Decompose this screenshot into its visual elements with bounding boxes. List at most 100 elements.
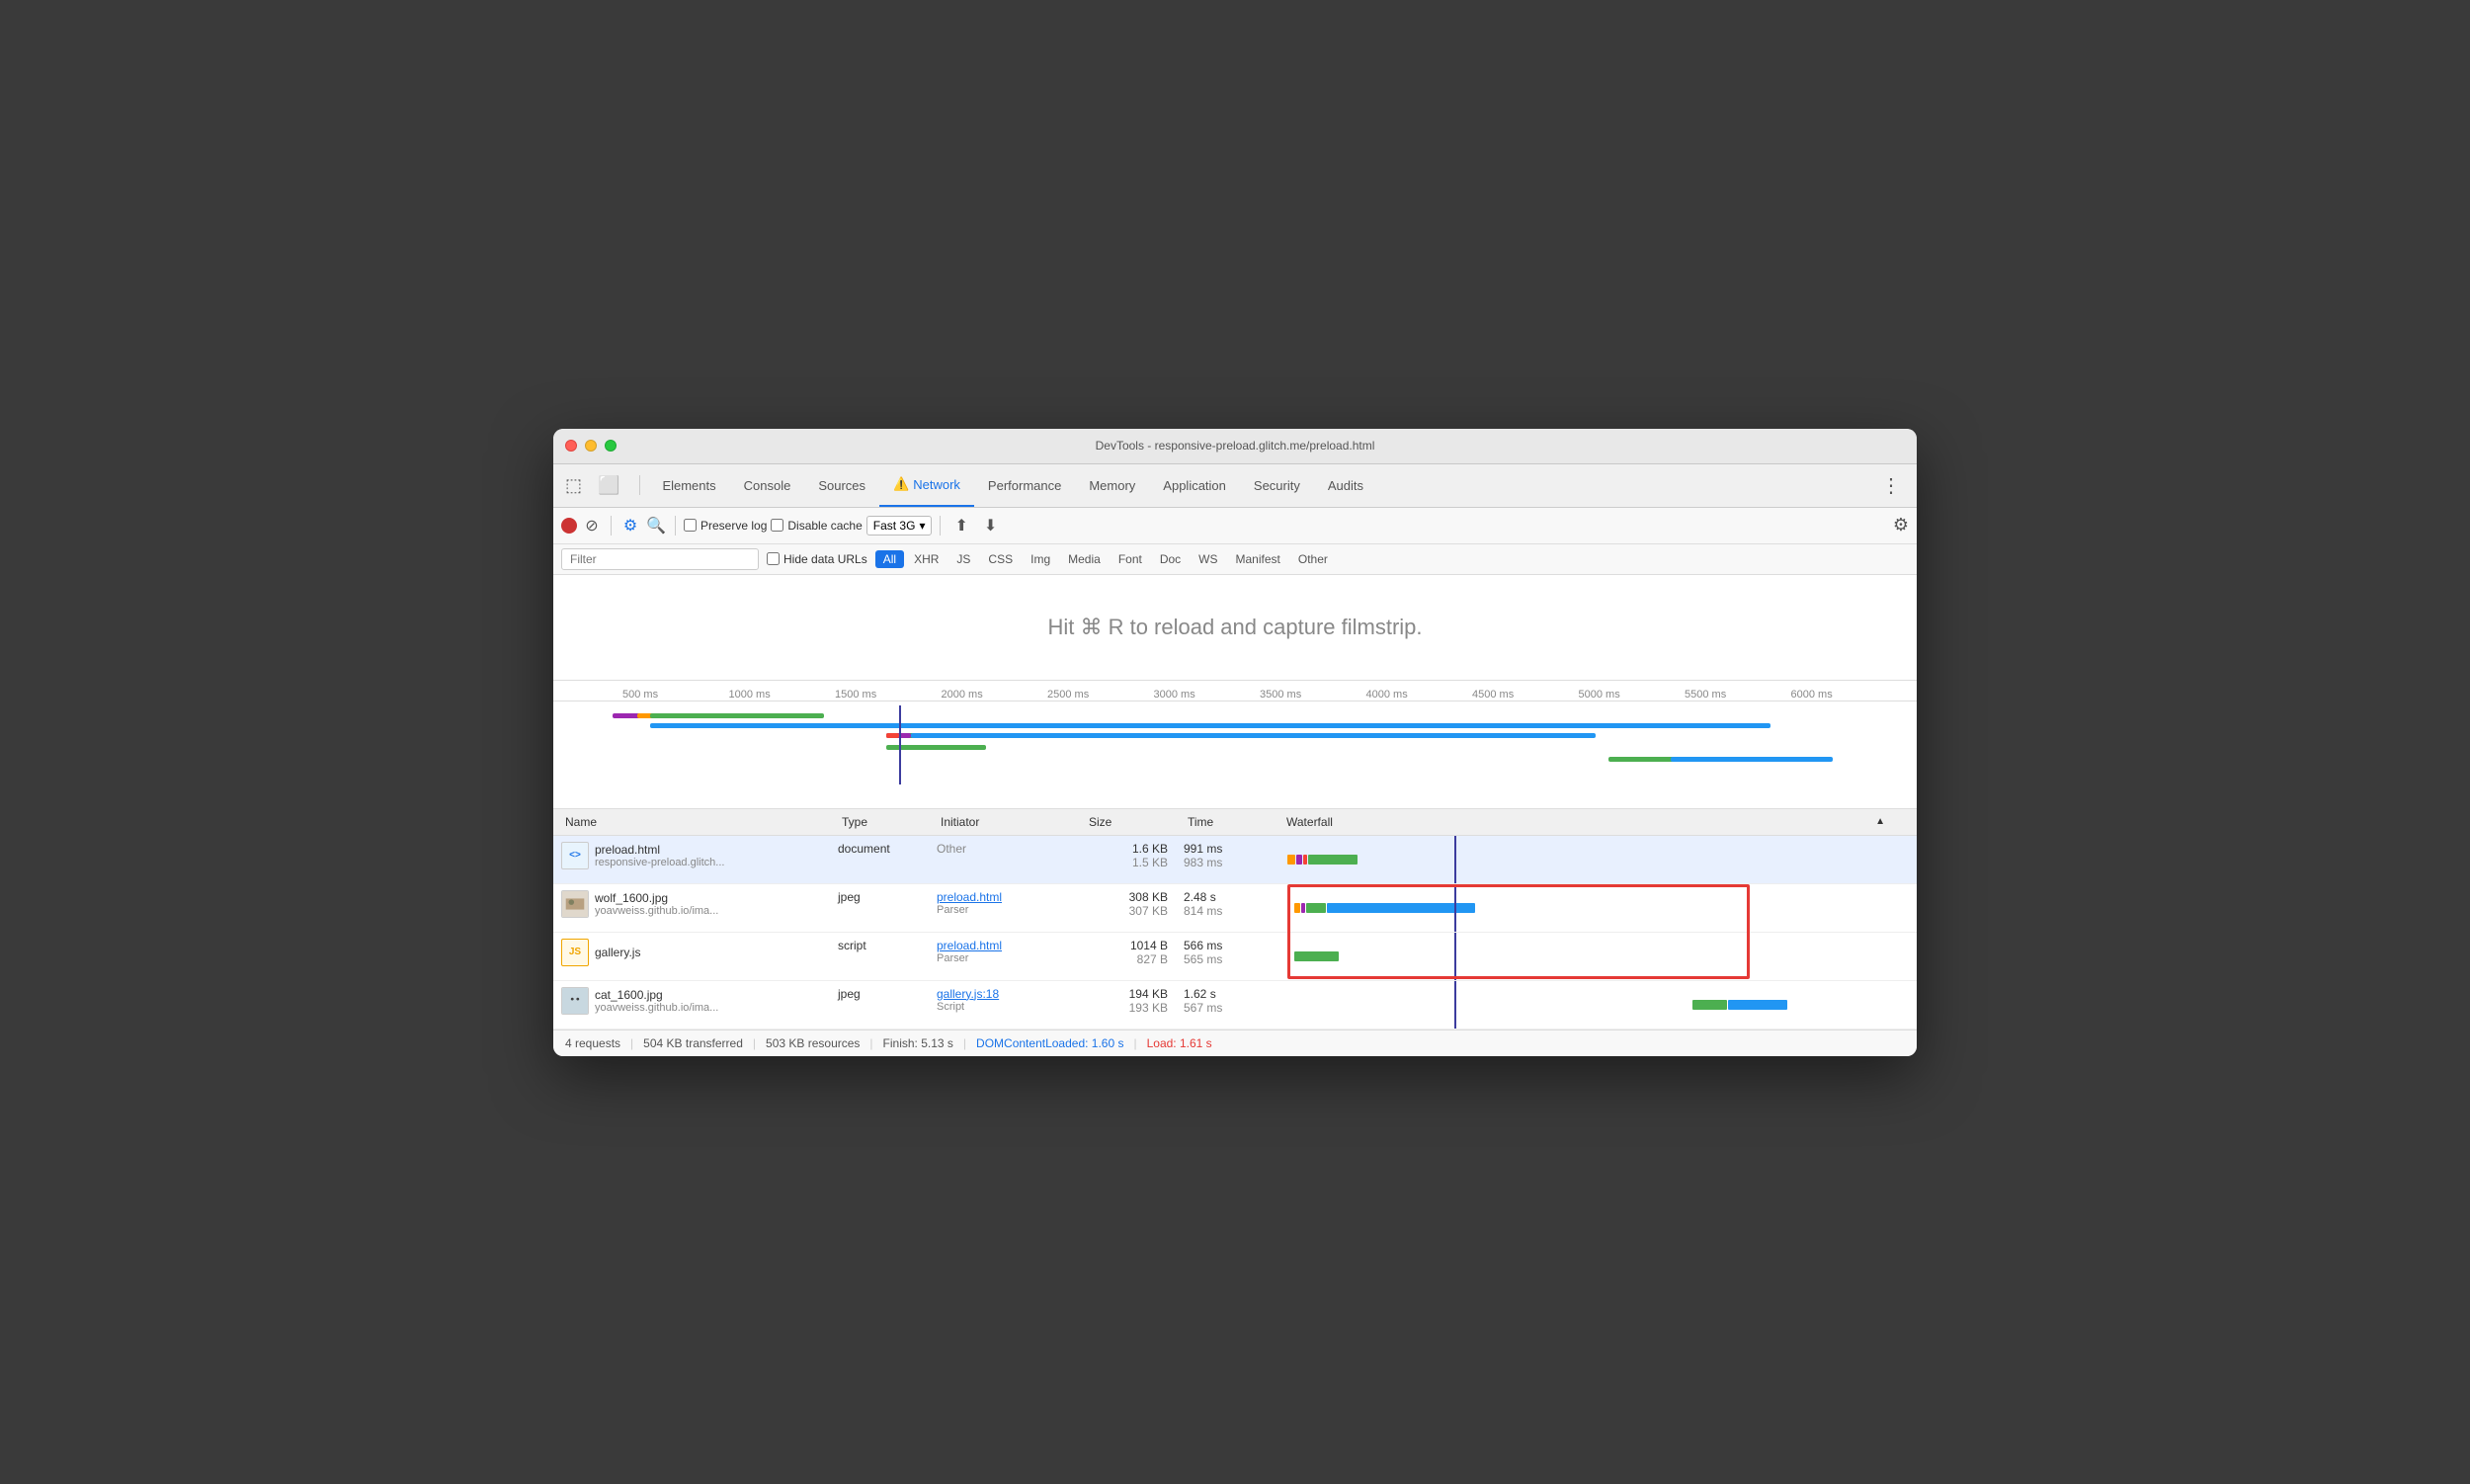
waterfall-vline-1 [1454, 836, 1456, 883]
filter-type-other[interactable]: Other [1290, 550, 1336, 568]
status-sep-2: | [753, 1036, 756, 1050]
filter-type-img[interactable]: Img [1023, 550, 1058, 568]
search-icon[interactable]: 🔍 [645, 515, 667, 536]
cell-type: script [830, 933, 929, 980]
requests-count: 4 requests [565, 1036, 620, 1050]
waterfall-vline-3 [1454, 933, 1456, 980]
initiator-sub: Parser [937, 904, 1069, 916]
name-details: wolf_1600.jpg yoavweiss.github.io/ima... [595, 891, 718, 917]
ruler-tick-10: 5000 ms [1579, 689, 1686, 701]
file-url: yoavweiss.github.io/ima... [595, 905, 718, 917]
filter-type-css[interactable]: CSS [980, 550, 1021, 568]
file-icon-html: <> [561, 842, 589, 869]
initiator-sub: Script [937, 1001, 1069, 1013]
cell-waterfall [1275, 884, 1917, 932]
tab-application[interactable]: Application [1149, 463, 1240, 507]
name-details: gallery.js [595, 946, 640, 959]
timeline-bar-green1 [650, 713, 824, 718]
tab-memory[interactable]: Memory [1075, 463, 1149, 507]
status-sep-1: | [630, 1036, 633, 1050]
upload-icon[interactable]: ⬆ [948, 514, 973, 537]
filter-type-font[interactable]: Font [1111, 550, 1150, 568]
name-details: preload.html responsive-preload.glitch..… [595, 843, 724, 868]
toolbar-separator-3 [940, 516, 941, 536]
load-time: Load: 1.61 s [1147, 1036, 1212, 1050]
close-button[interactable] [565, 440, 577, 452]
cell-name: <> preload.html responsive-preload.glitc… [553, 836, 830, 883]
preserve-log-checkbox-label[interactable]: Preserve log [684, 519, 767, 533]
hide-data-urls-label[interactable]: Hide data URLs [767, 552, 867, 566]
maximize-button[interactable] [605, 440, 617, 452]
cell-time: 991 ms 983 ms [1176, 836, 1275, 883]
cell-time: 566 ms 565 ms [1176, 933, 1275, 980]
more-tabs-button[interactable]: ⋮ [1873, 469, 1909, 502]
tabs-list: Elements Console Sources ⚠️ Network Perf… [648, 463, 1873, 507]
timeline-bars [613, 705, 1857, 784]
warning-icon: ⚠️ [893, 476, 909, 492]
initiator-link[interactable]: gallery.js:18 [937, 987, 1069, 1001]
disable-cache-checkbox[interactable] [771, 519, 783, 532]
timeline-area: 500 ms 1000 ms 1500 ms 2000 ms 2500 ms 3… [553, 681, 1917, 809]
header-initiator: Initiator [937, 815, 1085, 829]
table-row[interactable]: <> preload.html responsive-preload.glitc… [553, 836, 1917, 884]
tab-security[interactable]: Security [1240, 463, 1314, 507]
cell-name: cat_1600.jpg yoavweiss.github.io/ima... [553, 981, 830, 1029]
tab-sources[interactable]: Sources [804, 463, 879, 507]
tab-performance[interactable]: Performance [974, 463, 1075, 507]
filter-input[interactable] [561, 548, 759, 570]
resources-size: 503 KB resources [766, 1036, 860, 1050]
traffic-lights [565, 440, 617, 452]
network-toolbar: ⊘ ⚙ 🔍 Preserve log Disable cache Fast 3G… [553, 508, 1917, 544]
device-icon[interactable]: ⬜ [594, 471, 623, 500]
table-row[interactable]: wolf_1600.jpg yoavweiss.github.io/ima...… [553, 884, 1917, 933]
filter-icon[interactable]: ⚙ [619, 515, 641, 536]
toolbar-separator-1 [611, 516, 612, 536]
filter-type-doc[interactable]: Doc [1152, 550, 1189, 568]
table-row[interactable]: cat_1600.jpg yoavweiss.github.io/ima... … [553, 981, 1917, 1030]
network-table: Name Type Initiator Size Time Waterfall▲… [553, 809, 1917, 1030]
name-details: cat_1600.jpg yoavweiss.github.io/ima... [595, 988, 718, 1014]
cell-initiator: gallery.js:18 Script [929, 981, 1077, 1029]
tab-separator [639, 475, 640, 495]
filter-type-xhr[interactable]: XHR [906, 550, 947, 568]
ruler-tick-5: 2500 ms [1047, 689, 1154, 701]
cell-size: 1014 B 827 B [1077, 933, 1176, 980]
settings-icon[interactable]: ⚙ [1893, 515, 1909, 536]
initiator-link[interactable]: preload.html [937, 939, 1069, 952]
finish-time: Finish: 5.13 s [883, 1036, 953, 1050]
filter-type-manifest[interactable]: Manifest [1228, 550, 1288, 568]
cell-type: jpeg [830, 884, 929, 932]
tab-elements[interactable]: Elements [648, 463, 729, 507]
filter-type-all[interactable]: All [875, 550, 904, 568]
filter-type-js[interactable]: JS [948, 550, 978, 568]
file-name: gallery.js [595, 946, 640, 959]
throttle-dropdown[interactable]: Fast 3G ▾ [866, 516, 933, 536]
disable-cache-checkbox-label[interactable]: Disable cache [771, 519, 862, 533]
tab-network[interactable]: ⚠️ Network [879, 463, 974, 507]
record-button[interactable] [561, 518, 577, 534]
tab-console[interactable]: Console [730, 463, 805, 507]
file-icon-js: JS [561, 939, 589, 966]
filter-type-media[interactable]: Media [1060, 550, 1109, 568]
hide-data-urls-checkbox[interactable] [767, 552, 780, 565]
status-sep-3: | [869, 1036, 872, 1050]
ruler-tick-6: 3000 ms [1154, 689, 1261, 701]
stop-button[interactable]: ⊘ [581, 515, 603, 536]
filter-bar: Hide data URLs All XHR JS CSS Img Media … [553, 544, 1917, 575]
header-waterfall: Waterfall▲ [1282, 815, 1889, 829]
initiator-link[interactable]: preload.html [937, 890, 1069, 904]
devtools-window: DevTools - responsive-preload.glitch.me/… [553, 429, 1917, 1056]
chevron-down-icon: ▾ [919, 519, 925, 533]
table-row[interactable]: JS gallery.js script preload.html Parser… [553, 933, 1917, 981]
minimize-button[interactable] [585, 440, 597, 452]
cursor-icon[interactable]: ⬚ [561, 471, 586, 500]
cell-size: 1.6 KB 1.5 KB [1077, 836, 1176, 883]
timeline-bar-blue2 [911, 733, 1596, 738]
filter-type-ws[interactable]: WS [1191, 550, 1225, 568]
download-icon[interactable]: ⬇ [978, 514, 1003, 537]
header-size: Size [1085, 815, 1184, 829]
ruler-tick-11: 5500 ms [1685, 689, 1791, 701]
status-sep-5: | [1133, 1036, 1136, 1050]
tab-audits[interactable]: Audits [1314, 463, 1377, 507]
preserve-log-checkbox[interactable] [684, 519, 697, 532]
